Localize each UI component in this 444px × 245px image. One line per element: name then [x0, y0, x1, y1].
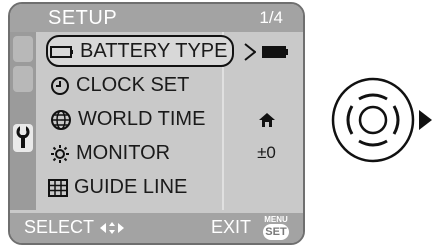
menu-set-button-icon: MENU SET: [263, 215, 289, 240]
menu-item-label: BATTERY TYPE: [80, 40, 228, 62]
value-arrow-icon: [244, 42, 257, 61]
monitor-value: ±0: [257, 143, 276, 162]
battery-icon: [50, 45, 73, 58]
right-arrow-icon: [419, 110, 432, 130]
sun-icon: [51, 144, 69, 163]
menu-item-world-time[interactable]: WORLD TIME: [40, 103, 303, 135]
select-hint: SELECT: [24, 217, 125, 238]
menu-item-label: WORLD TIME: [78, 108, 206, 130]
menu-footer: SELECT EXIT MENU SET: [10, 213, 303, 243]
grid-icon: [48, 178, 68, 197]
globe-icon: [51, 109, 71, 130]
wrench-icon: [16, 126, 30, 148]
menu-item-label: GUIDE LINE: [74, 176, 188, 198]
menu-header: SETUP 1/4: [10, 4, 303, 32]
page-indicator: 1/4: [259, 8, 283, 27]
dpad-icon: [331, 77, 432, 163]
menu-item-guide-line[interactable]: GUIDE LINE: [40, 171, 303, 203]
home-icon: [258, 112, 275, 127]
menu-item-label: MONITOR: [76, 142, 171, 164]
left-right-arrows-icon: [99, 222, 124, 235]
tab-rec[interactable]: [13, 36, 33, 62]
menu-item-label: CLOCK SET: [76, 74, 190, 96]
menu-item-clock-set[interactable]: CLOCK SET: [40, 69, 303, 101]
exit-hint: EXIT: [210, 217, 251, 237]
camera-menu-screen: SETUP 1/4 BATTERY TYPE CLOCK SET WORLD T…: [8, 2, 305, 245]
menu-title: SETUP: [48, 7, 118, 29]
tab-play[interactable]: [13, 66, 33, 92]
menu-item-monitor[interactable]: MONITOR ±0: [40, 137, 303, 169]
clock-icon: [51, 76, 69, 95]
battery-icon: [261, 45, 288, 58]
menu-item-battery-type[interactable]: BATTERY TYPE: [40, 35, 303, 67]
menu-tab-strip: [10, 32, 36, 210]
